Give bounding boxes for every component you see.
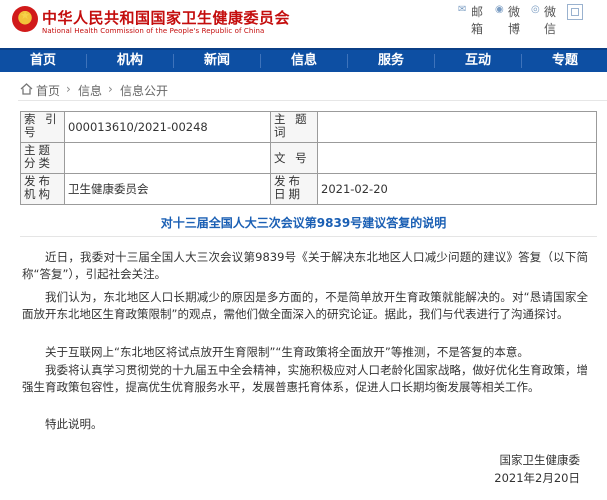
wechat-icon: ◎	[531, 4, 540, 15]
docno-value	[318, 143, 596, 174]
nav-item-information[interactable]: 信息	[261, 50, 347, 72]
date-value: 2021-02-20	[321, 182, 388, 196]
main-nav: 首页 机构 新闻 信息 服务 互动 专题	[0, 48, 607, 72]
breadcrumb-information[interactable]: 信息	[78, 82, 102, 99]
article-paragraph: 关于互联网上“东北地区将试点放开生育限制”“生育政策将全面放开”等推测，不是答复…	[45, 345, 529, 359]
signature-date: 2021年2月20日	[494, 471, 580, 485]
home-icon	[20, 83, 33, 95]
date-label: 发布日期	[271, 174, 318, 204]
breadcrumb-divider	[18, 100, 607, 101]
site-subtitle: National Health Commission of the People…	[42, 27, 265, 35]
breadcrumb-separator: ›	[108, 82, 113, 96]
index-value: 000013610/2021-00248	[65, 112, 271, 143]
nav-item-interaction[interactable]: 互动	[435, 50, 521, 72]
breadcrumb-separator: ›	[66, 82, 71, 96]
site-header: 中华人民共和国国家卫生健康委员会 National Health Commiss…	[0, 0, 607, 42]
wechat-link[interactable]: ◎ 微 信	[527, 3, 563, 37]
site-title[interactable]: 中华人民共和国国家卫生健康委员会	[42, 7, 290, 28]
signature-org: 国家卫生健康委	[499, 453, 581, 467]
category-value	[65, 143, 271, 174]
topic-value	[318, 112, 596, 143]
docno-label: 文 号	[271, 143, 318, 174]
national-emblem-icon[interactable]	[12, 6, 38, 32]
index-label: 索 引 号	[21, 112, 65, 143]
article-divider	[20, 236, 597, 237]
nav-item-home[interactable]: 首页	[0, 50, 86, 72]
nav-item-organization[interactable]: 机构	[87, 50, 173, 72]
breadcrumb-info-disclosure[interactable]: 信息公开	[120, 82, 168, 99]
nav-item-topics[interactable]: 专题	[522, 50, 607, 72]
weibo-link[interactable]: ◉ 微 博	[491, 3, 527, 37]
nav-item-news[interactable]: 新闻	[174, 50, 260, 72]
article-paragraph: 我们认为，东北地区人口长期减少的原因是多方面的，不是简单放开生育政策就能解决的。…	[22, 290, 588, 321]
publisher-label: 发布机构	[21, 174, 65, 204]
topic-label: 主 题 词	[271, 112, 318, 143]
article-paragraph: 特此说明。	[45, 417, 103, 431]
mail-icon: ✉	[458, 4, 467, 15]
weibo-icon: ◉	[495, 4, 504, 15]
publisher-value: 卫生健康委员会	[65, 174, 271, 204]
article-paragraph: 近日，我委对十三届全国人大三次会议第9839号《关于解决东北地区人口减少问题的建…	[22, 250, 588, 281]
breadcrumb-home[interactable]: 首页	[36, 82, 60, 99]
font-size-icon[interactable]	[567, 4, 583, 20]
nav-item-services[interactable]: 服务	[348, 50, 434, 72]
category-label: 主题分类	[21, 143, 65, 174]
article-title: 对十三届全国人大三次会议第9839号建议答复的说明	[160, 216, 447, 230]
document-meta-table: 索 引 号 000013610/2021-00248 主 题 词 主题分类 文 …	[20, 111, 597, 205]
mailbox-link[interactable]: ✉ 邮 箱	[454, 3, 490, 37]
article-paragraph: 我委将认真学习贯彻党的十九届五中全会精神，实施积极应对人口老龄化国家战略，做好优…	[22, 363, 588, 394]
